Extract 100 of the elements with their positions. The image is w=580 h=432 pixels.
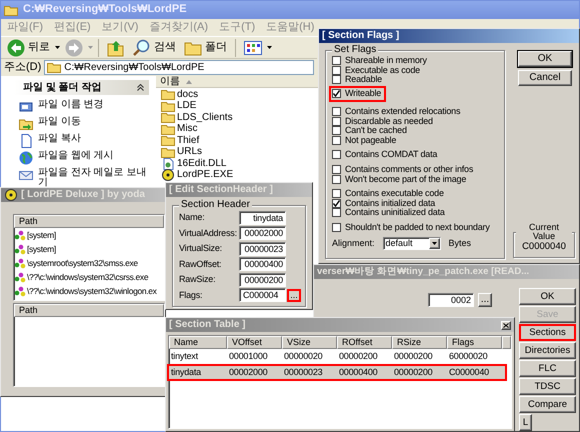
folders-button[interactable]: 폴더	[181, 38, 230, 56]
dialog-button[interactable]: Compare	[519, 396, 576, 412]
search-button[interactable]: 검색	[130, 38, 179, 58]
text-field[interactable]: C000004	[239, 288, 286, 302]
dropdown[interactable]: default	[382, 237, 441, 250]
checkbox[interactable]	[332, 56, 341, 66]
process-path[interactable]: [system]	[27, 230, 56, 240]
caret-icon[interactable]	[267, 46, 272, 50]
task-link[interactable]: 파일 복사	[38, 134, 81, 144]
checkbox[interactable]	[332, 150, 341, 160]
process-path[interactable]: [system]	[27, 244, 56, 254]
checkbox-label: Contains COMDAT data	[345, 150, 438, 160]
field-label: RawOffset:	[179, 258, 222, 270]
column-header[interactable]: 이름	[156, 76, 321, 88]
text-field[interactable]: 00002000	[239, 226, 286, 240]
checkbox[interactable]	[332, 189, 341, 198]
text-field[interactable]: 00000200	[239, 272, 286, 287]
text-field[interactable]: 00000400	[239, 257, 286, 272]
views-button[interactable]	[241, 38, 265, 56]
file-name[interactable]: 16Edit.DLL	[177, 158, 226, 170]
dialog-button[interactable]: FLC	[519, 360, 576, 376]
table-cell-text: 00001000	[229, 351, 268, 362]
checkbox[interactable]	[332, 66, 341, 75]
field-label: RawSize:	[179, 274, 216, 286]
checkbox[interactable]	[332, 223, 341, 232]
checkbox-label: Contains extended relocations	[345, 107, 460, 116]
checkbox-label: Writeable	[345, 89, 382, 98]
process-path[interactable]: \systemroot\system32\smss.exe	[27, 258, 138, 268]
close-button[interactable]	[501, 320, 511, 330]
field-label: Name:	[179, 212, 206, 224]
browse-button[interactable]: ...	[478, 293, 492, 307]
task-link[interactable]: 파일 이동	[38, 117, 81, 127]
folder-icon	[4, 4, 20, 16]
column-header[interactable]: VOffset	[227, 336, 282, 349]
file-name[interactable]: URLs	[177, 146, 202, 158]
text-field[interactable]: 0002	[428, 293, 474, 307]
folder-icon	[161, 146, 175, 158]
checkbox-label: Can't be cached	[345, 126, 407, 136]
column-header[interactable]: ROffset	[337, 336, 392, 349]
table-row[interactable]: tinytext 00001000 00000020 00000200 00000200 60000020	[169, 351, 509, 362]
dialog-button[interactable]: OK	[518, 51, 572, 67]
file-name[interactable]: Misc	[177, 123, 198, 136]
dialog-button[interactable]: OK	[519, 288, 576, 304]
checkbox[interactable]	[332, 126, 341, 136]
column-header[interactable]: Path	[14, 215, 164, 228]
field-label: Flags:	[179, 290, 204, 301]
envelope-icon	[19, 168, 33, 182]
folder-icon	[161, 135, 175, 146]
dialog-button[interactable]: Cancel	[518, 70, 572, 86]
collapse-icon[interactable]	[137, 84, 144, 91]
back-button[interactable]: 뒤로	[4, 38, 53, 58]
file-name[interactable]: LDE	[177, 100, 196, 112]
task-link[interactable]: 파일을 웹에 게시	[38, 151, 114, 161]
folder-icon	[161, 100, 175, 112]
dialog-button[interactable]: TDSC	[519, 378, 576, 394]
column-header[interactable]: VSize	[282, 336, 337, 349]
task-link[interactable]: 파일을 전자 메일로 보내기	[38, 168, 149, 188]
file-name[interactable]: LDS_Clients	[177, 112, 233, 124]
table-cell-text: 60000020	[449, 351, 488, 362]
folder-icon	[47, 62, 62, 73]
checkbox[interactable]	[332, 198, 341, 208]
column-header[interactable]: RSize	[392, 336, 447, 349]
dialog-button[interactable]: L	[519, 414, 532, 430]
checkbox[interactable]	[332, 165, 341, 174]
browse-button[interactable]: ...	[287, 288, 301, 302]
caret-icon[interactable]	[55, 46, 60, 50]
process-path[interactable]: \??\c:\windows\system32\winlogon.ex	[27, 286, 156, 296]
column-header[interactable]: Name	[169, 336, 227, 349]
text-field[interactable]: 00000023	[239, 242, 286, 256]
group-label: Set Flags	[332, 45, 378, 55]
text-field[interactable]: tinydata	[239, 210, 286, 225]
checkbox[interactable]	[332, 116, 341, 126]
file-name[interactable]: LordPE.EXE	[177, 169, 234, 182]
process-path[interactable]: \??\c:\windows\system32\csrss.exe	[27, 272, 148, 282]
checkbox[interactable]	[332, 208, 341, 218]
checkbox[interactable]	[332, 75, 341, 84]
check-icon	[333, 90, 340, 98]
folder-icon	[161, 124, 175, 135]
address-field[interactable]: C:₩Reversing₩Tools₩LordPE	[44, 60, 314, 75]
table-row[interactable]: tinydata 00002000 00000023 00000400 00000200 C0000040	[167, 364, 507, 381]
file-name[interactable]: docs	[177, 88, 198, 101]
file-name[interactable]: Thief	[177, 134, 200, 147]
address-label: 주소(D)	[4, 60, 42, 74]
dialog-button[interactable]: Sections	[519, 324, 576, 340]
checkbox-label: Readable	[345, 75, 382, 84]
check-icon	[333, 200, 340, 207]
table-cell-text: 00000020	[284, 351, 324, 362]
window-title: [ Edit SectionHeader ]	[169, 184, 273, 196]
checkbox[interactable]	[332, 107, 341, 116]
checkbox[interactable]	[332, 136, 341, 145]
checkbox[interactable]	[332, 89, 341, 98]
task-link[interactable]: 파일 이름 변경	[38, 100, 104, 110]
file-icon	[161, 158, 175, 170]
column-header[interactable]: Flags	[447, 336, 502, 349]
dots-icon	[14, 272, 26, 282]
checkbox[interactable]	[332, 174, 341, 184]
dialog-button[interactable]: Directories	[519, 342, 576, 358]
checkbox-label: Shareable in memory	[345, 56, 427, 66]
column-header[interactable]: Path	[14, 304, 164, 317]
close-icon	[503, 322, 509, 328]
